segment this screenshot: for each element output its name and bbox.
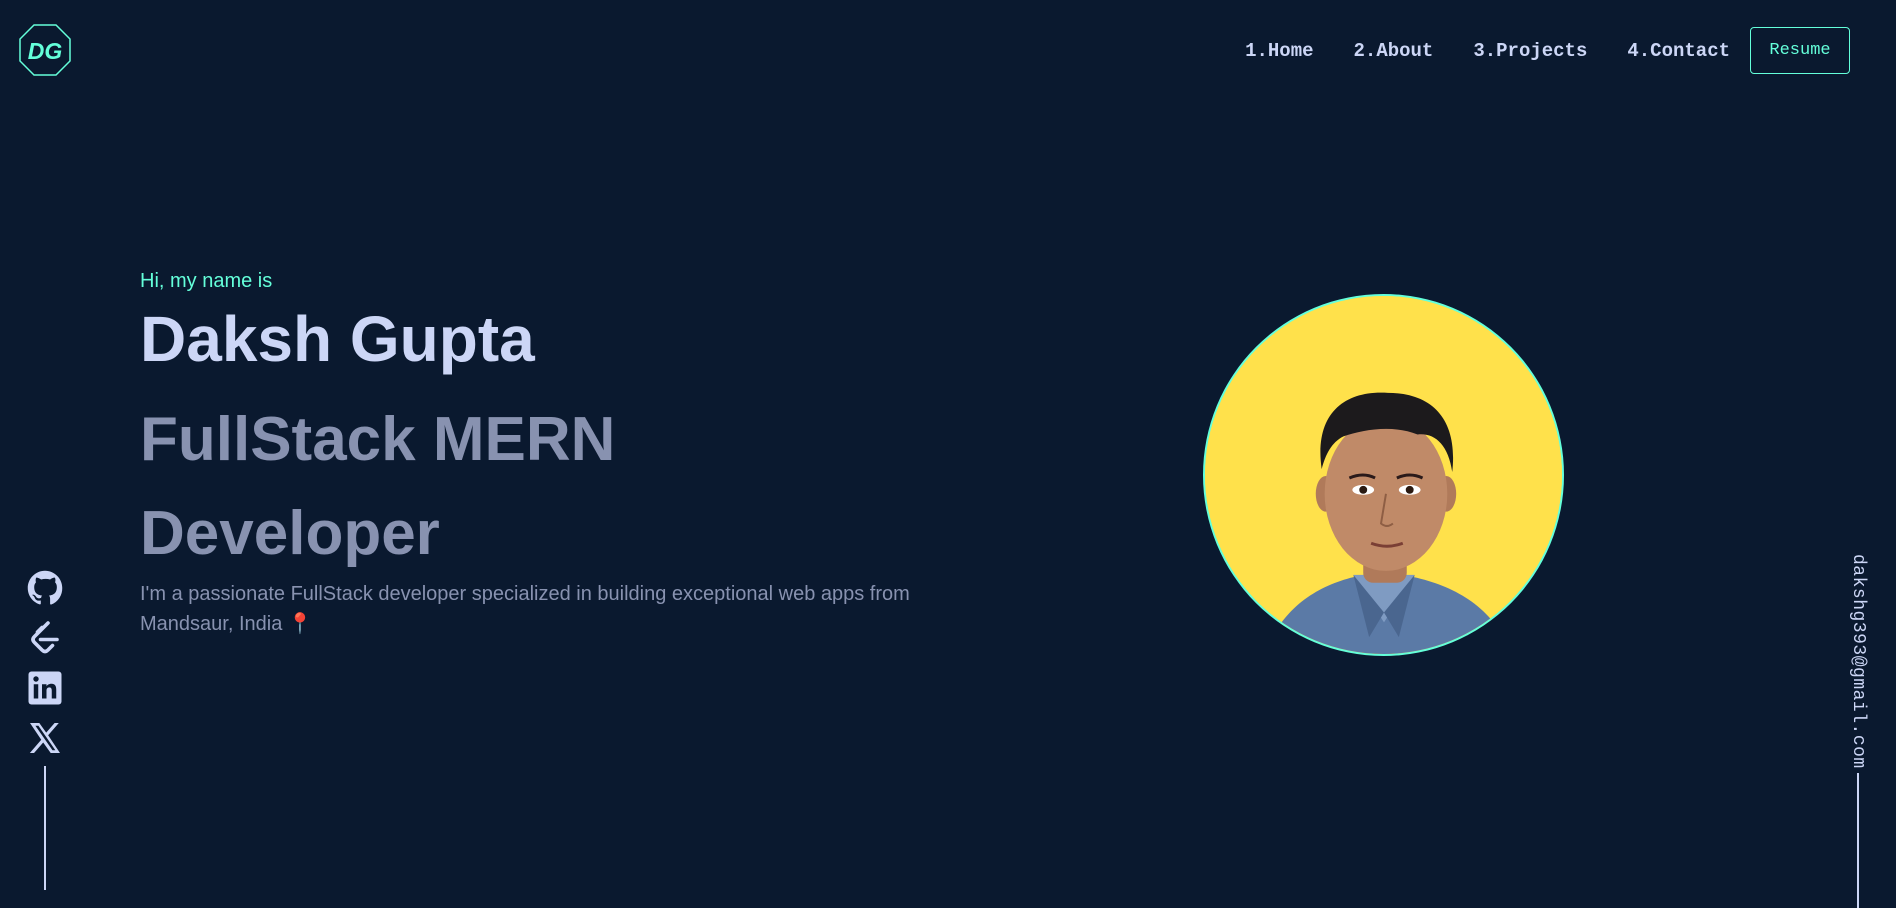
logo[interactable]: DG bbox=[19, 24, 71, 76]
nav-projects[interactable]: 3.Projects bbox=[1473, 40, 1587, 62]
leetcode-icon[interactable] bbox=[27, 620, 63, 656]
logo-text: DG bbox=[28, 38, 63, 64]
hero-name: Daksh Gupta bbox=[140, 303, 535, 375]
location-pin-icon: 📍 bbox=[287, 613, 313, 635]
resume-button[interactable]: Resume bbox=[1750, 27, 1850, 74]
profile-avatar bbox=[1203, 294, 1564, 656]
nav-contact[interactable]: 4.Contact bbox=[1627, 40, 1730, 62]
hero-greeting: Hi, my name is bbox=[140, 270, 273, 292]
social-links bbox=[26, 570, 64, 890]
social-divider-line bbox=[44, 766, 46, 890]
profile-photo bbox=[1205, 296, 1562, 654]
hero-bio: I'm a passionate FullStack developer spe… bbox=[140, 579, 940, 639]
nav-about[interactable]: 2.About bbox=[1354, 40, 1434, 62]
hero-bio-text: I'm a passionate FullStack developer spe… bbox=[140, 583, 910, 635]
email-divider-line bbox=[1857, 772, 1859, 908]
hero-section: Hi, my name is Daksh Gupta FullStack MER… bbox=[140, 270, 940, 639]
main-nav: 1.Home 2.About 3.Projects 4.Contact Resu… bbox=[1245, 27, 1850, 74]
email-column: dakshg393@gmail.com bbox=[1846, 554, 1870, 908]
linkedin-icon[interactable] bbox=[27, 670, 63, 706]
github-icon[interactable] bbox=[27, 570, 63, 606]
x-icon[interactable] bbox=[27, 720, 63, 756]
email-link[interactable]: dakshg393@gmail.com bbox=[1848, 554, 1868, 769]
hero-role: FullStack MERN Developer bbox=[140, 405, 616, 568]
logo-hexagon-icon: DG bbox=[19, 24, 71, 76]
nav-home[interactable]: 1.Home bbox=[1245, 40, 1313, 62]
